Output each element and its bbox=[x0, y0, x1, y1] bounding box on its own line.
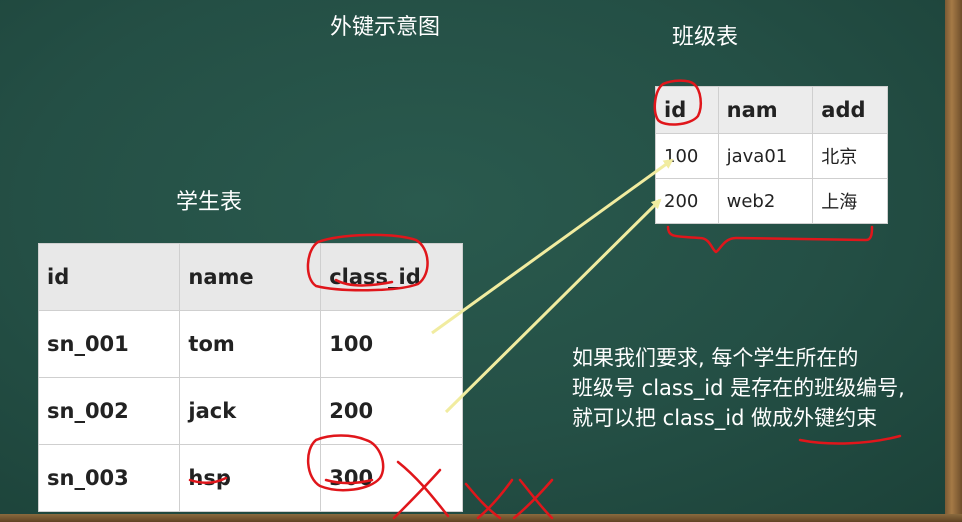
class-table: id nam add 100 java01 北京 200 web2 上海 bbox=[655, 86, 888, 224]
table-cell: 100 bbox=[320, 310, 463, 378]
table-row: sn_003 hsp 300 bbox=[37, 444, 463, 512]
table-cell: tom bbox=[179, 310, 322, 378]
table-header-row: id nam add bbox=[655, 86, 888, 134]
board-frame-bottom bbox=[0, 514, 962, 522]
table-cell: sn_001 bbox=[37, 310, 181, 378]
student-table-title: 学生表 bbox=[176, 190, 243, 215]
column-header: class_id bbox=[320, 243, 463, 311]
table-cell: sn_002 bbox=[37, 377, 181, 445]
table-cell: jack bbox=[179, 377, 322, 445]
table-cell: sn_003 bbox=[37, 444, 181, 512]
table-cell: 300 bbox=[320, 444, 463, 512]
student-table: id name class_id sn_001 tom 100 sn_002 j… bbox=[37, 243, 463, 512]
table-row: 100 java01 北京 bbox=[655, 133, 888, 179]
table-cell: web2 bbox=[717, 178, 814, 224]
table-cell: hsp bbox=[179, 444, 322, 512]
note-line: 如果我们要求, 每个学生所在的 bbox=[572, 346, 859, 370]
table-cell: 200 bbox=[655, 178, 719, 224]
table-cell: java01 bbox=[717, 133, 814, 179]
diagram-title: 外键示意图 bbox=[330, 15, 441, 40]
table-row: sn_002 jack 200 bbox=[37, 377, 463, 445]
note-line: 就可以把 class_id 做成外键约束 bbox=[572, 406, 878, 430]
column-header: id bbox=[655, 86, 719, 134]
note-line: 班级号 class_id 是存在的班级编号, bbox=[572, 376, 905, 400]
foreign-key-note: 如果我们要求, 每个学生所在的 班级号 class_id 是存在的班级编号, 就… bbox=[572, 343, 905, 433]
class-table-title: 班级表 bbox=[672, 25, 739, 50]
column-header: add bbox=[812, 86, 888, 134]
table-row: sn_001 tom 100 bbox=[37, 310, 463, 378]
column-header: id bbox=[37, 243, 181, 311]
table-header-row: id name class_id bbox=[37, 243, 463, 311]
column-header: name bbox=[179, 243, 322, 311]
table-row: 200 web2 上海 bbox=[655, 178, 888, 224]
column-header: nam bbox=[717, 86, 814, 134]
table-cell: 200 bbox=[320, 377, 463, 445]
table-cell: 上海 bbox=[812, 178, 888, 224]
table-cell: 北京 bbox=[812, 133, 888, 179]
board-frame-right bbox=[945, 0, 962, 522]
table-cell: 100 bbox=[655, 133, 719, 179]
